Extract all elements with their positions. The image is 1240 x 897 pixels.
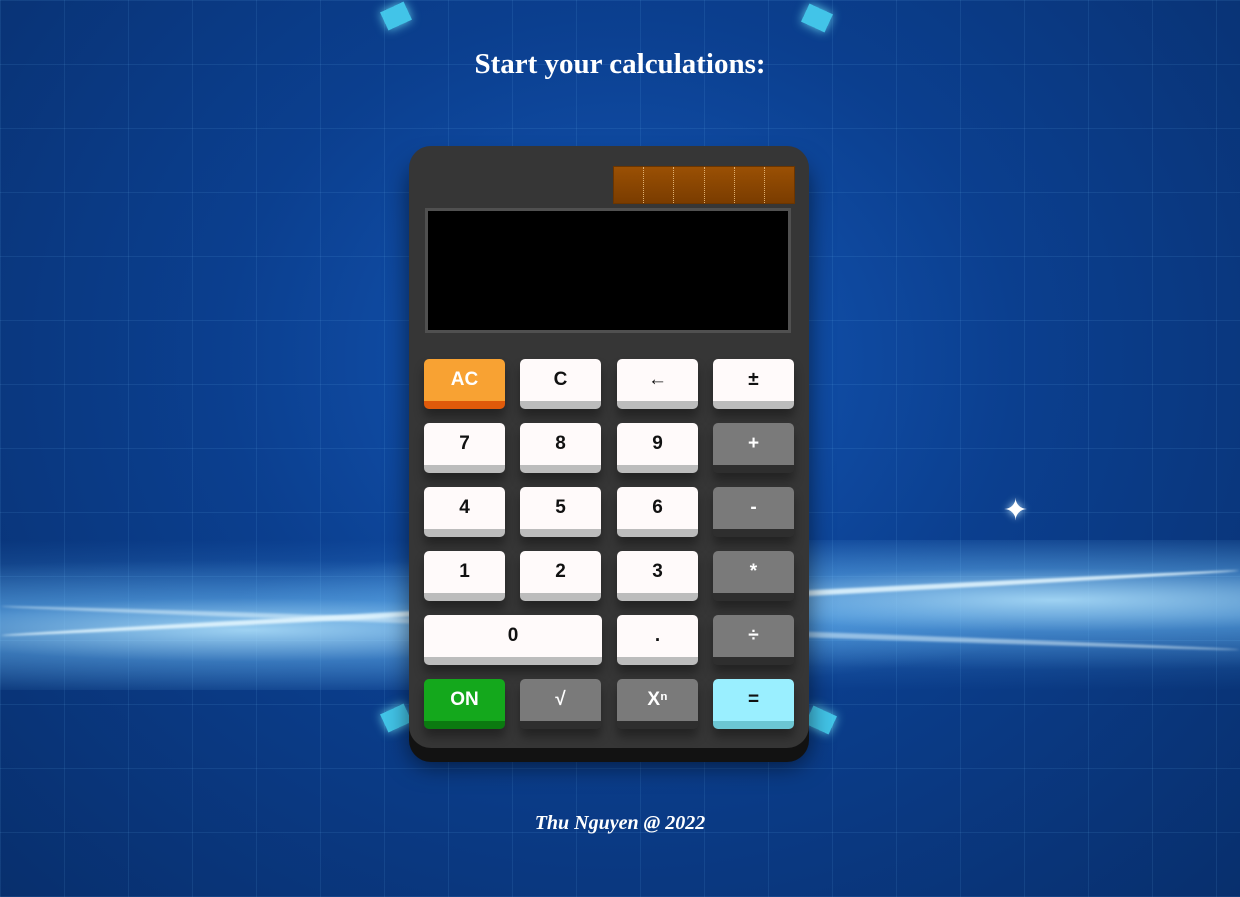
all-clear-button[interactable]: AC	[424, 359, 505, 409]
decimal-button[interactable]: .	[617, 615, 698, 665]
digit-5-button[interactable]: 5	[520, 487, 601, 537]
digit-9-button[interactable]: 9	[617, 423, 698, 473]
power-button[interactable]: Xⁿ	[617, 679, 698, 729]
multiply-button[interactable]: *	[713, 551, 794, 601]
page-title: Start your calculations:	[474, 48, 766, 80]
equals-button[interactable]: =	[713, 679, 794, 729]
decorative-tile	[379, 703, 413, 733]
solar-panel	[613, 166, 795, 204]
digit-1-button[interactable]: 1	[424, 551, 505, 601]
square-root-button[interactable]: √	[520, 679, 601, 729]
clear-button[interactable]: C	[520, 359, 601, 409]
digit-8-button[interactable]: 8	[520, 423, 601, 473]
plus-button[interactable]: +	[713, 423, 794, 473]
solar-cell	[644, 167, 675, 203]
minus-button[interactable]: -	[713, 487, 794, 537]
digit-2-button[interactable]: 2	[520, 551, 601, 601]
digit-6-button[interactable]: 6	[617, 487, 698, 537]
solar-cell	[614, 167, 645, 203]
backspace-button[interactable]: ←	[617, 359, 698, 409]
calculator: AC C ← ± 7 8 9 + 4 5 6 - 1 2 3 * 0 . ÷ O…	[409, 146, 809, 748]
digit-3-button[interactable]: 3	[617, 551, 698, 601]
decorative-tile	[800, 3, 834, 33]
decorative-tile	[379, 1, 413, 31]
plus-minus-button[interactable]: ±	[713, 359, 794, 409]
solar-cell	[734, 167, 765, 203]
decorative-tile	[804, 705, 838, 735]
divide-button[interactable]: ÷	[713, 615, 794, 665]
solar-cell	[704, 167, 735, 203]
on-button[interactable]: ON	[424, 679, 505, 729]
solar-cell	[764, 167, 795, 203]
digit-4-button[interactable]: 4	[424, 487, 505, 537]
solar-cell	[674, 167, 705, 203]
footer-credit: Thu Nguyen @ 2022	[534, 812, 706, 834]
calculator-display	[425, 208, 791, 333]
digit-0-button[interactable]: 0	[424, 615, 602, 665]
sparkle-icon: ✦	[1003, 493, 1029, 528]
digit-7-button[interactable]: 7	[424, 423, 505, 473]
